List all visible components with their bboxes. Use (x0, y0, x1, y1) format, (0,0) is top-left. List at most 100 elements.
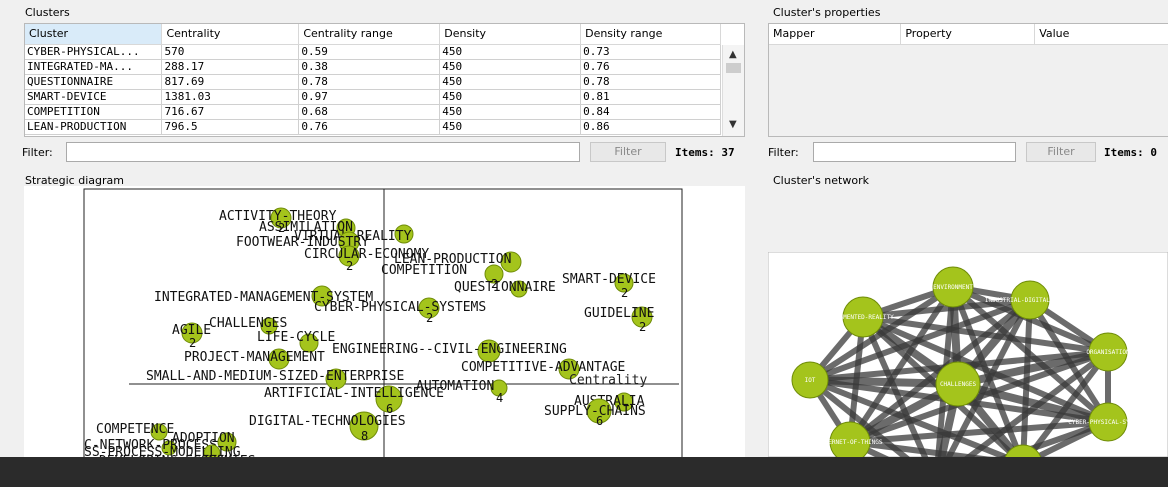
cell-centrality: 716.67 (161, 104, 300, 120)
cell-centrality-range: 0.59 (298, 44, 441, 60)
clusters-filter-label: Filter: (22, 146, 53, 159)
cell-centrality: 570 (161, 44, 300, 60)
strategic-node-label: COMPETENCE (96, 422, 174, 437)
cell-cluster: INTEGRATED-MA... (25, 59, 163, 75)
strategic-node-count: 2 (639, 320, 646, 334)
strategic-node-label: ARTIFICIAL-INTELLIGENCE (264, 386, 444, 401)
column-header-cluster[interactable]: Cluster (25, 24, 163, 45)
scroll-up-icon[interactable]: ▲ (729, 49, 737, 60)
column-header-centrality-range[interactable]: Centrality range (298, 24, 441, 45)
network-node-label: ORGANISATION (1086, 349, 1130, 356)
clusters-vertical-scrollbar[interactable]: ▲ ▼ (722, 45, 744, 136)
properties-items-count: Items: 0 (1104, 146, 1157, 159)
strategic-node-label: CHALLENGES (209, 316, 287, 331)
scroll-thumb[interactable] (726, 63, 741, 73)
cell-density: 450 (439, 44, 582, 60)
strategic-node-label: LIFE-CYCLE (257, 330, 335, 345)
network-node[interactable]: ENVIRONMENT (932, 266, 974, 308)
cell-density: 450 (439, 104, 582, 120)
strategic-node-label: QUESTIONNAIRE (454, 280, 556, 295)
cell-centrality-range: 0.68 (298, 104, 441, 120)
cell-cluster: SMART-DEVICE (25, 89, 163, 105)
network-node[interactable]: IOT (791, 361, 829, 399)
strategic-node-label: SUPPLY-CHAINS (544, 404, 646, 419)
properties-table-frame: Mapper Property Value (768, 23, 1168, 137)
cluster-network: ENVIRONMENT INDUSTRIAL-DIGITALISATION AUGM… (768, 252, 1168, 457)
network-node-label: CYBER-PHYSICAL-SYSTEMS (1068, 419, 1148, 426)
strategic-node-count: 8 (361, 429, 368, 443)
strategic-node-count: 2 (621, 286, 628, 300)
strategic-node-label: DIGITAL-TECHNOLOGIES (249, 414, 406, 429)
cell-centrality: 817.69 (161, 74, 300, 90)
table-row[interactable]: COMPETITION 716.67 0.68 450 0.84 (25, 104, 721, 120)
strategic-node-label: CYBER-PHYSICAL-SYSTEMS (314, 300, 486, 315)
table-row[interactable]: LEAN-PRODUCTION 796.5 0.76 450 0.86 (25, 119, 721, 135)
column-header-density[interactable]: Density (439, 24, 582, 45)
cell-cluster: LEAN-PRODUCTION (25, 119, 163, 135)
strategic-node-count: 2 (189, 336, 196, 350)
cell-centrality-range: 0.97 (298, 89, 441, 105)
table-row[interactable]: CYBER-PHYSICAL... 570 0.59 450 0.73 (25, 44, 721, 60)
cell-centrality-range: 0.38 (298, 59, 441, 75)
cell-cluster: CYBER-PHYSICAL... (25, 44, 163, 60)
clusters-filter-button[interactable]: Filter (590, 142, 666, 162)
cell-density-range: 0.84 (580, 104, 721, 120)
strategic-node-count: 6 (596, 414, 603, 428)
network-node-label: AUGMENTED-REALITY (832, 314, 894, 321)
clusters-panel-title: Clusters (25, 6, 70, 19)
clusters-table: Cluster Centrality Centrality range Dens… (25, 24, 721, 135)
clusters-items-count: Items: 37 (675, 146, 735, 159)
network-node-label: IOT (805, 377, 816, 384)
network-node-label: ENVIRONMENT (933, 284, 973, 291)
column-header-value[interactable]: Value (1034, 24, 1168, 45)
column-header-property[interactable]: Property (900, 24, 1036, 45)
properties-table: Mapper Property Value (769, 24, 1168, 45)
properties-filter-input[interactable] (813, 142, 1016, 162)
clusters-filter-input[interactable] (66, 142, 580, 162)
clusters-header-row: Cluster Centrality Centrality range Dens… (25, 24, 721, 45)
column-header-density-range[interactable]: Density range (580, 24, 721, 45)
network-node-label: INDUSTRIAL-DIGITALISATION (985, 297, 1076, 304)
table-row[interactable]: QUESTIONNAIRE 817.69 0.78 450 0.78 (25, 74, 721, 90)
cell-cluster: COMPETITION (25, 104, 163, 120)
strategic-node-label: ENGINEERING--CIVIL-ENGINEERING (332, 342, 567, 357)
network-node-label: CHALLENGES (940, 381, 977, 388)
strategic-node[interactable]: QUESTIONNAIRE (454, 280, 556, 298)
cell-density-range: 0.78 (580, 74, 721, 90)
properties-header-row: Mapper Property Value (769, 24, 1168, 45)
strategic-node-label: GUIDELINE (584, 306, 654, 321)
strategic-node-label: SMALL-AND-MEDIUM-SIZED-ENTERPRISE (146, 369, 404, 384)
strategic-node-count: 2 (426, 311, 433, 325)
clusters-table-frame: Cluster Centrality Centrality range Dens… (24, 23, 745, 137)
cell-density-range: 0.86 (580, 119, 721, 135)
cell-density-range: 0.73 (580, 44, 721, 60)
network-node[interactable]: CHALLENGES (935, 361, 981, 407)
column-header-centrality[interactable]: Centrality (161, 24, 300, 45)
cell-density: 450 (439, 119, 582, 135)
bottom-taskbar (0, 457, 1168, 487)
scroll-down-icon[interactable]: ▼ (729, 119, 737, 130)
strategic-node-count: 4 (496, 391, 503, 405)
strategic-node-label: COMPETITION (381, 263, 467, 278)
network-node-label: INTERNET-OF-THINGS (817, 439, 882, 446)
column-header-mapper[interactable]: Mapper (769, 24, 902, 45)
properties-filter-button[interactable]: Filter (1026, 142, 1096, 162)
axis-label-centrality: Centrality (569, 373, 647, 388)
strategic-node-label: PROJECT-MANAGEMENT (184, 350, 325, 365)
cell-centrality-range: 0.78 (298, 74, 441, 90)
cell-centrality: 288.17 (161, 59, 300, 75)
cell-centrality: 1381.03 (161, 89, 300, 105)
network-top-area (768, 186, 1168, 250)
cell-centrality-range: 0.76 (298, 119, 441, 135)
table-row[interactable]: SMART-DEVICE 1381.03 0.97 450 0.81 (25, 89, 721, 105)
cell-density-range: 0.76 (580, 59, 721, 75)
cell-density: 450 (439, 74, 582, 90)
properties-panel-title: Cluster's properties (773, 6, 881, 19)
cell-density: 450 (439, 89, 582, 105)
strategic-node-count: 2 (346, 259, 353, 273)
strategic-diagram: ACTIVITY-THEORY2ASSIMILATIONVIRTUAL-REAL… (24, 186, 745, 457)
table-row[interactable]: INTEGRATED-MA... 288.17 0.38 450 0.76 (25, 59, 721, 75)
cell-density: 450 (439, 59, 582, 75)
cell-cluster: QUESTIONNAIRE (25, 74, 163, 90)
cell-centrality: 796.5 (161, 119, 300, 135)
